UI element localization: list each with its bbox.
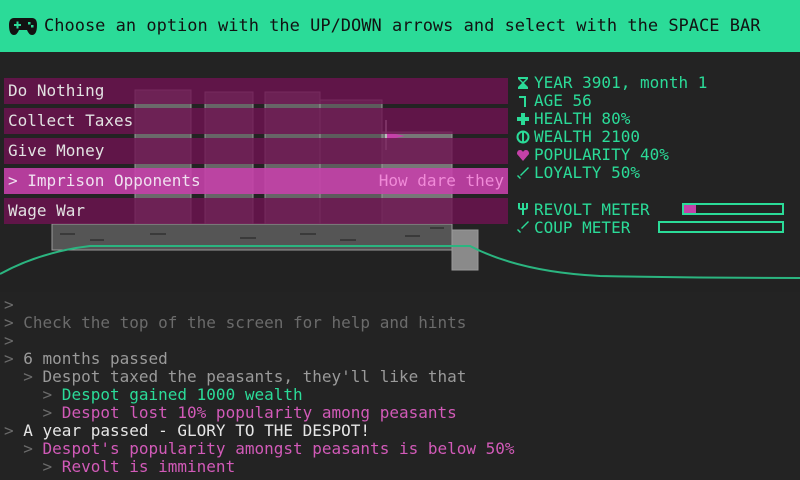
log-line: > Despot taxed the peasants, they'll lik… bbox=[4, 368, 794, 386]
log-text: Despot gained 1000 wealth bbox=[52, 385, 303, 404]
log-line: > Despot lost 10% popularity among peasa… bbox=[4, 404, 794, 422]
stats-panel: YEAR 3901, month 1 AGE 56 HEALTH 80% WEA… bbox=[516, 74, 796, 182]
menu-item-collect-taxes[interactable]: Collect Taxes bbox=[4, 108, 508, 134]
stat-age: AGE 56 bbox=[516, 92, 796, 110]
log-text: Despot lost 10% popularity among peasant… bbox=[52, 403, 457, 422]
coin-icon bbox=[516, 130, 530, 144]
log-text: Despot taxed the peasants, they'll like … bbox=[32, 367, 467, 386]
pitchfork-icon bbox=[518, 203, 528, 215]
log-text: Check the top of the screen for help and… bbox=[13, 313, 467, 332]
log-prompt: > bbox=[4, 421, 14, 440]
log-prompt: > bbox=[4, 457, 53, 476]
revolt-meter-fill bbox=[684, 205, 696, 213]
log-prompt: > bbox=[4, 331, 14, 350]
stat-wealth: WEALTH 2100 bbox=[516, 128, 796, 146]
menu-item-label: Collect Taxes bbox=[8, 111, 134, 130]
dagger-icon bbox=[517, 221, 529, 233]
stat-popularity: POPULARITY 40% bbox=[516, 146, 796, 164]
cane-icon bbox=[519, 96, 526, 107]
log-text: Despot's popularity amongst peasants is … bbox=[32, 439, 515, 458]
log-prompt: > bbox=[4, 367, 33, 386]
revolt-meter-bar bbox=[682, 203, 784, 215]
log-text: 6 months passed bbox=[13, 349, 168, 368]
coup-meter-bar bbox=[658, 221, 784, 233]
action-menu: Do Nothing Collect Taxes Give Money > Im… bbox=[4, 78, 508, 228]
menu-item-give-money[interactable]: Give Money bbox=[4, 138, 508, 164]
menu-item-label: Do Nothing bbox=[8, 81, 105, 100]
menu-item-do-nothing[interactable]: Do Nothing bbox=[4, 78, 508, 104]
menu-item-label: > Imprison Opponents bbox=[8, 171, 201, 190]
menu-item-hint: How dare they bbox=[378, 171, 504, 190]
event-log: > > Check the top of the screen for help … bbox=[4, 296, 794, 476]
menu-item-label: Wage War bbox=[8, 201, 86, 220]
sword-icon bbox=[517, 167, 529, 179]
log-text: A year passed - GLORY TO THE DESPOT! bbox=[13, 421, 371, 440]
log-line: > Despot's popularity amongst peasants i… bbox=[4, 440, 794, 458]
log-line: > A year passed - GLORY TO THE DESPOT! bbox=[4, 422, 794, 440]
gamepad-icon bbox=[9, 18, 37, 35]
instruction-text: Choose an option with the UP/DOWN arrows… bbox=[44, 16, 761, 36]
stat-health: HEALTH 80% bbox=[516, 110, 796, 128]
log-line: > Despot gained 1000 wealth bbox=[4, 386, 794, 404]
menu-item-imprison-opponents[interactable]: > Imprison Opponents How dare they bbox=[4, 168, 508, 194]
log-text: Revolt is imminent bbox=[52, 457, 236, 476]
log-line: > Check the top of the screen for help a… bbox=[4, 314, 794, 332]
menu-item-wage-war[interactable]: Wage War bbox=[4, 198, 508, 224]
menu-item-label: Give Money bbox=[8, 141, 105, 160]
log-prompt: > bbox=[4, 403, 53, 422]
log-line: > 6 months passed bbox=[4, 350, 794, 368]
health-cross-icon bbox=[517, 113, 529, 125]
stat-year: YEAR 3901, month 1 bbox=[516, 74, 796, 92]
hourglass-icon bbox=[518, 77, 528, 89]
log-line: > bbox=[4, 296, 794, 314]
log-prompt: > bbox=[4, 295, 14, 314]
log-prompt: > bbox=[4, 313, 14, 332]
stat-loyalty: LOYALTY 50% bbox=[516, 164, 796, 182]
log-prompt: > bbox=[4, 439, 33, 458]
log-prompt: > bbox=[4, 349, 14, 368]
log-line: > Revolt is imminent bbox=[4, 458, 794, 476]
instruction-bar: Choose an option with the UP/DOWN arrows… bbox=[0, 0, 800, 52]
log-line: > bbox=[4, 332, 794, 350]
log-prompt: > bbox=[4, 385, 53, 404]
heart-icon bbox=[517, 150, 529, 161]
